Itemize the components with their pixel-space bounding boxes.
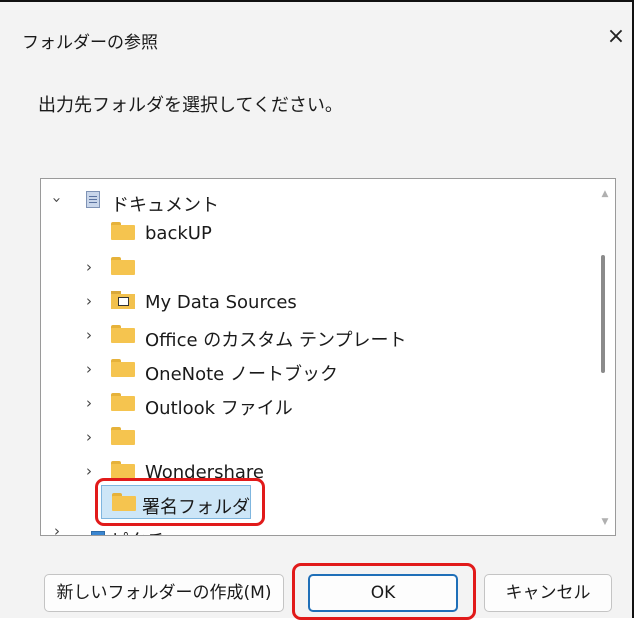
- tree-item-label: My Data Sources: [145, 292, 297, 313]
- dialog-title: フォルダーの参照: [22, 33, 158, 53]
- tree-item-folder[interactable]: ›: [41, 422, 597, 454]
- folder-icon: [111, 257, 135, 275]
- tree-item-label: backUP: [145, 223, 212, 244]
- tree-item-office-templates[interactable]: › Office のカスタム テンプレート: [41, 320, 597, 352]
- expand-chevron-icon[interactable]: ›: [81, 395, 97, 411]
- new-folder-button[interactable]: 新しいフォルダーの作成(M): [44, 574, 284, 612]
- expand-chevron-icon[interactable]: ›: [81, 327, 97, 343]
- highlight-selected-folder: [95, 478, 265, 526]
- folder-icon: [111, 325, 135, 343]
- title-bar: フォルダーの参照 ×: [0, 2, 632, 72]
- tree-item-outlook[interactable]: › Outlook ファイル: [41, 388, 597, 420]
- tree-item-my-data-sources[interactable]: › My Data Sources: [41, 286, 597, 318]
- tree-item-onenote[interactable]: › OneNote ノートブック: [41, 354, 597, 386]
- scroll-up-arrow-icon[interactable]: ▲: [599, 189, 611, 199]
- tree-item-folder[interactable]: ›: [41, 252, 597, 284]
- tree-item-documents[interactable]: › ドキュメント: [41, 185, 597, 217]
- folder-browse-dialog: フォルダーの参照 × 出力先フォルダを選択してください。 › ドキュメント ba…: [0, 0, 634, 620]
- scroll-down-arrow-icon[interactable]: ▼: [599, 517, 611, 527]
- expand-chevron-icon[interactable]: ›: [81, 429, 97, 445]
- expand-chevron-icon[interactable]: ›: [81, 293, 97, 309]
- highlight-ok-button: [292, 563, 476, 620]
- tree-item-label: ピクチャ: [111, 527, 183, 535]
- folder-icon: [111, 393, 135, 411]
- documents-icon: [86, 191, 100, 208]
- close-icon[interactable]: ×: [603, 24, 629, 50]
- expand-chevron-icon[interactable]: ›: [81, 463, 97, 479]
- instruction-text: 出力先フォルダを選択してください。: [38, 95, 343, 116]
- folder-icon: [111, 461, 135, 479]
- tree-item-label: Outlook ファイル: [145, 398, 293, 419]
- folder-icon: [111, 427, 135, 445]
- scrollbar-thumb[interactable]: [601, 255, 605, 373]
- data-sources-folder-icon: [111, 291, 135, 309]
- collapse-chevron-icon[interactable]: ›: [48, 192, 66, 208]
- tree-item-label: ドキュメント: [111, 195, 219, 216]
- pictures-icon: [91, 531, 105, 535]
- tree-item-backup[interactable]: backUP: [41, 217, 597, 249]
- expand-chevron-icon[interactable]: ›: [49, 523, 65, 535]
- tree-item-label: OneNote ノートブック: [145, 364, 338, 385]
- folder-icon: [111, 359, 135, 377]
- cancel-button[interactable]: キャンセル: [484, 574, 612, 612]
- expand-chevron-icon[interactable]: ›: [81, 361, 97, 377]
- expand-chevron-icon[interactable]: ›: [81, 259, 97, 275]
- folder-icon: [111, 222, 135, 240]
- tree-item-label: Office のカスタム テンプレート: [145, 330, 407, 351]
